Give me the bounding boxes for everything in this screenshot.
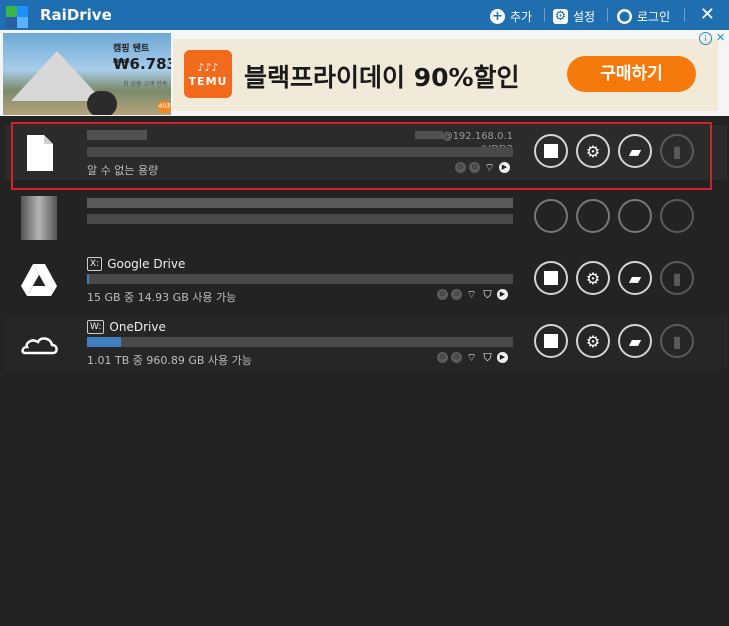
wifi-icon: ⌔: [466, 288, 477, 301]
ad-product-image[interactable]: 캠핑 텐트 ₩6.783 최 상품 고객 만족 40초: [3, 33, 171, 115]
close-button[interactable]: ✕: [700, 4, 715, 25]
blurred-drive-icon: [21, 196, 57, 240]
login-button[interactable]: ● 로그인: [617, 7, 670, 25]
user-circle-icon: ●: [617, 8, 632, 24]
add-label: 추가: [510, 9, 533, 24]
ad-info-icon[interactable]: i: [699, 32, 712, 45]
sync-status-icon: ⊙: [451, 289, 462, 300]
stop-icon: [544, 334, 558, 348]
open-folder-button[interactable]: ▰: [618, 324, 652, 358]
gear-icon: ⚙: [585, 268, 601, 288]
ad-thumbnail: [87, 91, 117, 115]
plus-circle-icon: +: [490, 8, 505, 24]
usage-bar-fill: [87, 337, 122, 347]
ad-buy-button[interactable]: 구매하기: [567, 56, 696, 92]
drive-actions: ⚙ ▰ ▮: [534, 261, 694, 295]
ad-photo-label: 캠핑 텐트: [113, 44, 150, 54]
onedrive-icon: [21, 337, 58, 355]
drive-actions: ⚙ ▰ ▮: [534, 324, 694, 358]
wifi-icon: ⌔: [466, 351, 477, 364]
google-drive-icon: [21, 264, 57, 296]
shield-icon: ⛉: [483, 288, 492, 301]
delete-button[interactable]: ▮: [660, 324, 694, 358]
delete-button[interactable]: ▮: [660, 261, 694, 295]
selection-highlight: [11, 122, 712, 190]
drive-actions: [534, 199, 694, 233]
stop-button[interactable]: [534, 261, 568, 295]
add-button[interactable]: + 추가: [490, 7, 532, 25]
ad-photo-sub: 최 상품 고객 만족: [123, 81, 168, 88]
ad-close-icon[interactable]: ✕: [716, 31, 725, 44]
gear-icon: ⚙: [585, 331, 601, 351]
status-icons: ⊙ ⊙ ⌔ ⛉ ▶: [437, 289, 508, 300]
drive-label: X: Google Drive: [87, 257, 185, 271]
login-label: 로그인: [637, 9, 671, 24]
drive-row-google-drive[interactable]: X: Google Drive 15 GB 중 14.93 GB 사용 가능 ⊙…: [5, 252, 727, 307]
app-title: RaiDrive: [40, 6, 112, 24]
drive-letter: W:: [87, 320, 105, 334]
stop-button[interactable]: [534, 199, 568, 233]
drive-settings-button[interactable]: [576, 199, 610, 233]
ad-photo-price: ₩6.783: [113, 55, 171, 73]
drive-capacity: 1.01 TB 중 960.89 GB 사용 가능: [87, 354, 252, 367]
drive-row-onedrive[interactable]: W: OneDrive 1.01 TB 중 960.89 GB 사용 가능 ⊙ …: [5, 315, 727, 370]
trash-icon: ▮: [672, 268, 682, 288]
toolbar-divider: [684, 8, 685, 22]
drive-settings-button[interactable]: ⚙: [576, 261, 610, 295]
usage-bar-fill: [87, 274, 90, 284]
drive-settings-button[interactable]: ⚙: [576, 324, 610, 358]
toolbar-divider: [544, 8, 545, 22]
delete-button[interactable]: [660, 199, 694, 233]
raidrive-logo-icon: [6, 6, 28, 28]
toolbar-divider: [607, 8, 608, 22]
folder-icon: ▰: [628, 331, 642, 351]
shield-icon: ⛉: [483, 351, 492, 364]
folder-icon: ▰: [628, 268, 642, 288]
settings-button[interactable]: ⚙ 설정: [553, 7, 595, 25]
sync-status-icon: ⊙: [451, 352, 462, 363]
usage-bar: [87, 337, 513, 347]
open-folder-button[interactable]: [618, 199, 652, 233]
redacted-text: [87, 198, 513, 208]
open-folder-button[interactable]: ▰: [618, 261, 652, 295]
drive-name: Google Drive: [107, 257, 186, 271]
stop-button[interactable]: [534, 324, 568, 358]
settings-label: 설정: [573, 9, 596, 24]
play-status-icon: ▶: [497, 352, 508, 363]
play-status-icon: ▶: [497, 289, 508, 300]
ad-headline[interactable]: 블랙프라이데이 90%할인: [244, 58, 520, 94]
drive-label: W: OneDrive: [87, 320, 166, 334]
ad-photo-badge: 40초: [158, 101, 171, 113]
tent-shape: [11, 51, 103, 101]
usage-bar: [87, 214, 513, 224]
stop-icon: [544, 271, 558, 285]
gear-icon: ⚙: [553, 8, 568, 24]
status-icons: ⊙ ⊙ ⌔ ⛉ ▶: [437, 352, 508, 363]
trash-icon: ▮: [672, 331, 682, 351]
temu-logo-icon[interactable]: ♪♪♪ TEMU: [184, 50, 232, 98]
title-bar: RaiDrive + 추가 ⚙ 설정 ● 로그인 ✕: [0, 0, 729, 30]
drive-letter: X:: [87, 257, 103, 271]
drive-name: OneDrive: [109, 320, 166, 334]
drive-capacity: 15 GB 중 14.93 GB 사용 가능: [87, 291, 237, 304]
readonly-status-icon: ⊙: [437, 352, 448, 363]
drive-row[interactable]: [5, 190, 727, 245]
usage-bar: [87, 274, 513, 284]
readonly-status-icon: ⊙: [437, 289, 448, 300]
